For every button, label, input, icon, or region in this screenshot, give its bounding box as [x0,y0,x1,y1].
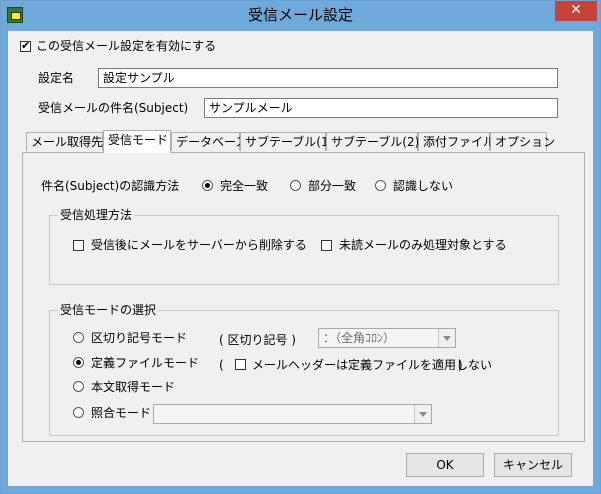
radio-no-recognition[interactable] [375,180,386,191]
title-bar[interactable]: 受信メール設定 ✕ [1,1,600,31]
receive-mode-panel: 件名(Subject)の認識方法 完全一致 部分一致 認識しない 受信処理方法 … [22,152,585,442]
unread-only-checkbox[interactable] [321,240,332,251]
delimiter-caption: ( 区切り記号 ) [219,333,296,347]
header-option-paren-open: ( [219,358,224,372]
radio-delimiter-mode[interactable] [73,332,84,343]
setting-name-label: 設定名 [38,71,75,85]
radio-exact-match[interactable] [202,180,213,191]
body-mode-label: 本文取得モード [91,380,176,394]
enable-checkbox[interactable] [20,39,31,52]
partial-match-label: 部分一致 [308,179,357,193]
chevron-down-icon [414,405,431,423]
chevron-down-icon [438,329,455,347]
radio-body-mode[interactable] [73,381,84,392]
tab-options[interactable]: オプション [490,132,555,151]
cancel-button[interactable]: キャンセル [494,453,572,477]
unread-only-label: 未読メールのみ処理対象とする [339,238,507,252]
tab-mail-source[interactable]: メール取得先 [26,132,103,151]
processing-group-title: 受信処理方法 [58,208,135,222]
exact-match-label: 完全一致 [220,179,269,193]
delimiter-select[interactable]: ：（全角ｺﾛﾝ） [318,328,456,348]
dialog-body: この受信メール設定を有効にする 設定名 設定サンプル 受信メールの件名(Subj… [8,31,593,486]
delimiter-value: ：（全角ｺﾛﾝ） [323,331,396,345]
mode-group: 受信モードの選択 区切り記号モード ( 区切り記号 ) ：（全角ｺﾛﾝ） 定義フ… [49,303,559,436]
header-option-paren-close: ) [458,358,463,372]
tab-attachments[interactable]: 添付ファイル [418,132,495,151]
enable-label: この受信メール設定を有効にする [36,39,217,53]
delimiter-mode-label: 区切り記号モード [91,331,188,345]
tab-database[interactable]: データベース [171,132,247,151]
recognition-label: 件名(Subject)の認識方法 [41,179,180,193]
radio-definition-mode[interactable] [73,357,84,368]
processing-group: 受信処理方法 受信後にメールをサーバーから削除する 未読メールのみ処理対象とする [49,208,559,285]
no-recognition-label: 認識しない [393,179,454,193]
delete-after-checkbox[interactable] [73,240,84,251]
tab-receive-mode[interactable]: 受信モード [103,130,171,153]
radio-partial-match[interactable] [290,180,301,191]
ok-button[interactable]: OK [406,453,484,477]
tab-subtable-2[interactable]: サブテーブル(2) [326,132,419,151]
match-select[interactable] [153,404,432,424]
definition-mode-label: 定義ファイルモード [91,356,200,370]
delete-after-label: 受信後にメールをサーバーから削除する [91,238,307,252]
subject-label: 受信メールの件名(Subject) [38,101,189,115]
subject-field[interactable]: サンプルメール [204,98,558,118]
dialog-window: 受信メール設定 ✕ この受信メール設定を有効にする 設定名 設定サンプル 受信メ… [0,0,601,494]
close-button[interactable]: ✕ [555,1,597,21]
header-option-label: メールヘッダーは定義ファイルを適用しない [252,358,493,372]
radio-match-mode[interactable] [73,407,84,418]
tab-subtable-1[interactable]: サブテーブル(1) [240,132,333,151]
mode-group-title: 受信モードの選択 [58,303,159,317]
window-title: 受信メール設定 [247,6,353,24]
match-mode-label: 照合モード [91,406,152,420]
header-option-checkbox[interactable] [235,359,246,370]
setting-name-field[interactable]: 設定サンプル [98,68,558,88]
